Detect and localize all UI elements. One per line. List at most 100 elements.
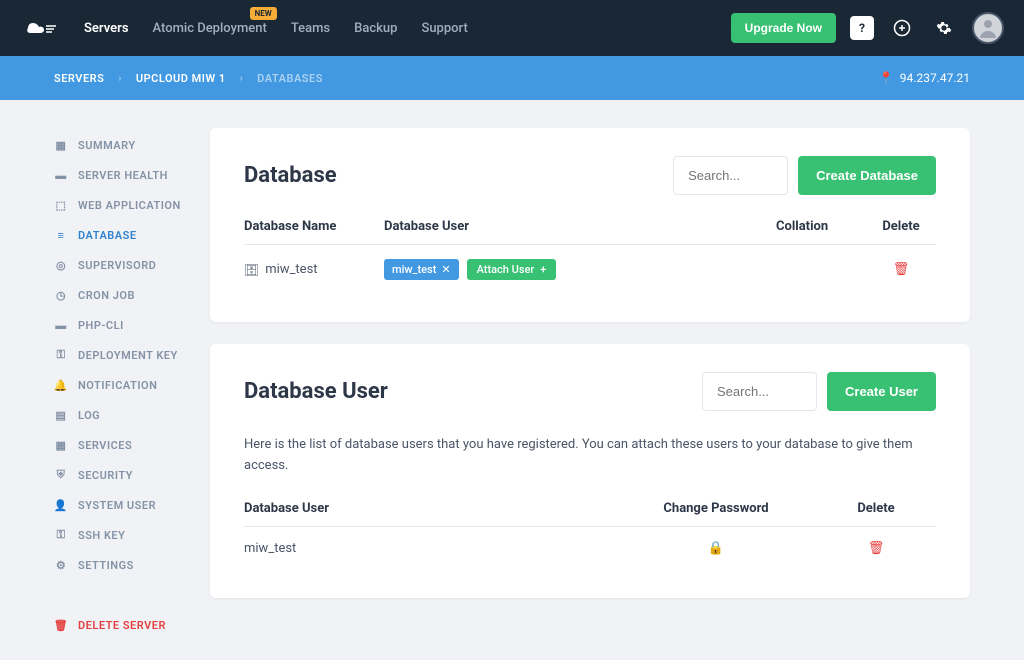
sidebar-item-ssh-key[interactable]: ⚿ SSH KEY bbox=[54, 520, 210, 550]
chevron-right-icon: › bbox=[118, 73, 122, 84]
sidebar-label: SERVICES bbox=[78, 439, 132, 452]
sidebar-item-delete-server[interactable]: 🗑 DELETE SERVER bbox=[54, 610, 210, 640]
nav-servers[interactable]: Servers bbox=[84, 21, 129, 36]
new-badge: NEW bbox=[250, 7, 277, 20]
database-panel: Database Create Database Database Name D… bbox=[210, 128, 970, 322]
user-name-cell: miw_test bbox=[244, 541, 616, 556]
change-password-button[interactable]: 🔒 bbox=[708, 541, 724, 556]
sidebar: ▦ SUMMARY ▬ SERVER HEALTH ⬚ WEB APPLICATION… bbox=[0, 100, 210, 660]
db-name-text: miw_test bbox=[265, 262, 317, 277]
panel-description: Here is the list of database users that … bbox=[244, 435, 936, 477]
create-user-button[interactable]: Create User bbox=[827, 372, 936, 411]
delete-user-button[interactable]: 🗑 bbox=[868, 541, 885, 556]
logo[interactable] bbox=[20, 16, 60, 40]
gear-icon: ⚙ bbox=[54, 558, 68, 572]
trash-icon: 🗑 bbox=[54, 618, 68, 632]
content-wrap: ▦ SUMMARY ▬ SERVER HEALTH ⬚ WEB APPLICATION… bbox=[0, 100, 1024, 660]
user-icon: 👤 bbox=[54, 498, 68, 512]
services-icon: ▦ bbox=[54, 438, 68, 452]
sidebar-label: SERVER HEALTH bbox=[78, 169, 168, 182]
database-user-title: Database User bbox=[244, 379, 388, 404]
nav-teams[interactable]: Teams bbox=[291, 21, 330, 36]
password-cell: 🔒 bbox=[616, 541, 816, 556]
attach-user-text: Attach User bbox=[477, 263, 535, 276]
panel-actions: Create User bbox=[702, 372, 936, 411]
nav-atomic-label: Atomic Deployment bbox=[153, 21, 267, 36]
col-dbname: Database Name bbox=[244, 219, 384, 234]
sidebar-item-services[interactable]: ▦ SERVICES bbox=[54, 430, 210, 460]
database-user-panel: Database User Create User Here is the li… bbox=[210, 344, 970, 598]
key-icon: ⚿ bbox=[54, 348, 68, 362]
gear-icon[interactable] bbox=[930, 14, 958, 42]
create-database-button[interactable]: Create Database bbox=[798, 156, 936, 195]
sidebar-label: SETTINGS bbox=[78, 559, 134, 572]
col-delete: Delete bbox=[816, 501, 936, 516]
remove-user-icon[interactable]: ✕ bbox=[441, 263, 450, 276]
sidebar-item-deployment-key[interactable]: ⚿ DEPLOYMENT KEY bbox=[54, 340, 210, 370]
sidebar-label: DATABASE bbox=[78, 229, 137, 242]
db-user-tag-text: miw_test bbox=[392, 263, 436, 276]
server-ip: 📍 94.237.47.21 bbox=[879, 71, 970, 85]
sidebar-label: DEPLOYMENT KEY bbox=[78, 349, 178, 362]
table-header: Database Name Database User Collation De… bbox=[244, 219, 936, 245]
delete-cell: 🗑 bbox=[816, 541, 936, 556]
delete-database-button[interactable]: 🗑 bbox=[893, 262, 910, 277]
sidebar-label: DELETE SERVER bbox=[78, 619, 166, 632]
add-icon[interactable] bbox=[888, 14, 916, 42]
top-navigation: Servers NEW Atomic Deployment Teams Back… bbox=[0, 0, 1024, 56]
panel-header: Database User Create User bbox=[244, 372, 936, 411]
sidebar-item-database[interactable]: ≡ DATABASE bbox=[54, 220, 210, 250]
database-icon: ≡ bbox=[54, 228, 68, 242]
sidebar-label: SECURITY bbox=[78, 469, 133, 482]
nav-support[interactable]: Support bbox=[421, 21, 467, 36]
sidebar-item-php-cli[interactable]: ▬PHP-CLI bbox=[54, 310, 210, 340]
clock-icon: ◷ bbox=[54, 288, 68, 302]
heart-icon: ▬ bbox=[54, 168, 68, 182]
grid-icon: ▦ bbox=[54, 138, 68, 152]
database-search-input[interactable] bbox=[673, 156, 788, 195]
sidebar-item-supervisord[interactable]: ◎SUPERVISORD bbox=[54, 250, 210, 280]
sidebar-label: LOG bbox=[78, 409, 100, 422]
sidebar-item-log[interactable]: ▤LOG bbox=[54, 400, 210, 430]
location-icon: 📍 bbox=[879, 71, 894, 85]
supervisor-icon: ◎ bbox=[54, 258, 68, 272]
sidebar-item-cron-job[interactable]: ◷CRON JOB bbox=[54, 280, 210, 310]
user-search-input[interactable] bbox=[702, 372, 817, 411]
sidebar-item-server-health[interactable]: ▬ SERVER HEALTH bbox=[54, 160, 210, 190]
sidebar-label: SUMMARY bbox=[78, 139, 136, 152]
table-row: 🗄 miw_test miw_test ✕ Attach User + bbox=[244, 245, 936, 294]
upgrade-button[interactable]: Upgrade Now bbox=[731, 13, 836, 43]
nav-atomic-deployment[interactable]: NEW Atomic Deployment bbox=[153, 21, 267, 36]
avatar[interactable] bbox=[972, 12, 1004, 44]
sidebar-item-web-application[interactable]: ⬚ WEB APPLICATION bbox=[54, 190, 210, 220]
col-collation: Collation bbox=[776, 219, 866, 234]
col-dbuser: Database User bbox=[384, 219, 776, 234]
web-icon: ⬚ bbox=[54, 198, 68, 212]
sidebar-label: SYSTEM USER bbox=[78, 499, 156, 512]
sidebar-item-system-user[interactable]: 👤 SYSTEM USER bbox=[54, 490, 210, 520]
help-icon[interactable]: ? bbox=[850, 16, 874, 40]
breadcrumb-path: SERVERS › UPCLOUD MIW 1 › DATABASES bbox=[54, 72, 323, 85]
database-title: Database bbox=[244, 163, 337, 188]
sidebar-item-settings[interactable]: ⚙ SETTINGS bbox=[54, 550, 210, 580]
ip-text: 94.237.47.21 bbox=[900, 71, 970, 85]
bc-servers[interactable]: SERVERS bbox=[54, 72, 104, 85]
sidebar-item-summary[interactable]: ▦ SUMMARY bbox=[54, 130, 210, 160]
sidebar-label: SSH KEY bbox=[78, 529, 125, 542]
sidebar-label: NOTIFICATION bbox=[78, 379, 157, 392]
key-icon: ⚿ bbox=[54, 528, 68, 542]
attach-user-button[interactable]: Attach User + bbox=[467, 259, 557, 280]
shield-icon: ⛨ bbox=[54, 468, 68, 482]
database-icon: 🗄 bbox=[244, 263, 259, 277]
nav-right: Upgrade Now ? bbox=[731, 12, 1004, 44]
plus-icon: + bbox=[540, 263, 546, 276]
bc-server-name[interactable]: UPCLOUD MIW 1 bbox=[136, 72, 226, 85]
panel-actions: Create Database bbox=[673, 156, 936, 195]
sidebar-label: WEB APPLICATION bbox=[78, 199, 181, 212]
sidebar-item-security[interactable]: ⛨ SECURITY bbox=[54, 460, 210, 490]
nav-links: Servers NEW Atomic Deployment Teams Back… bbox=[84, 21, 468, 36]
nav-backup[interactable]: Backup bbox=[354, 21, 397, 36]
db-user-tag[interactable]: miw_test ✕ bbox=[384, 259, 459, 280]
panel-header: Database Create Database bbox=[244, 156, 936, 195]
sidebar-item-notification[interactable]: 🔔NOTIFICATION bbox=[54, 370, 210, 400]
